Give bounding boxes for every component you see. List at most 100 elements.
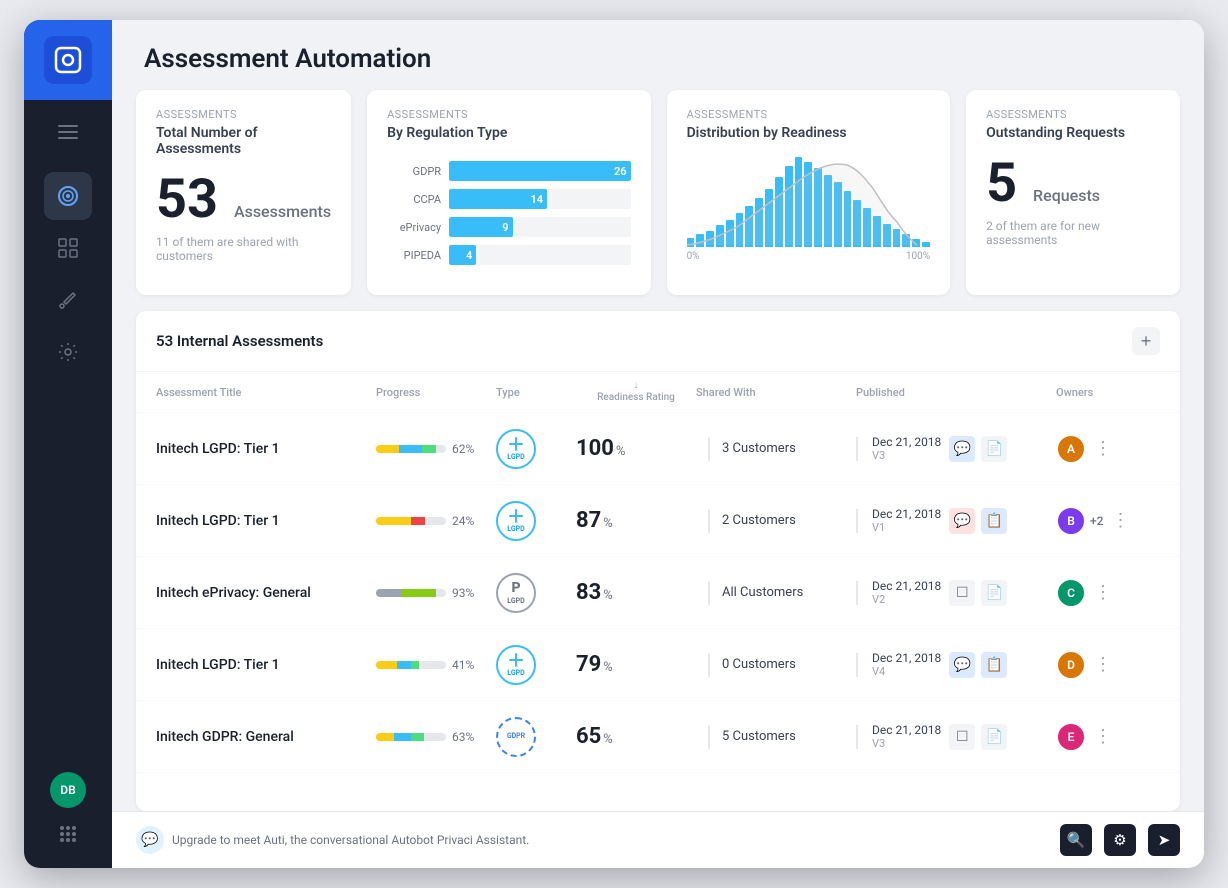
type-badge-1: LGPD <box>496 429 536 469</box>
pub-icons-1: 💬 📄 <box>949 436 1007 462</box>
upgrade-message: 💬 Upgrade to meet Auti, the conversation… <box>136 826 529 854</box>
sidebar-item-settings[interactable] <box>44 328 92 376</box>
bar-row-gdpr: GDPR 26 <box>387 161 631 181</box>
stat-unit-outstanding: Requests <box>1033 186 1100 205</box>
row-more-2[interactable]: ⋮ <box>1111 510 1129 531</box>
bar-fill-gdpr: 26 <box>449 161 631 181</box>
row-more-5[interactable]: ⋮ <box>1094 726 1112 747</box>
table-row: Initech GDPR: General 63% GDPR 65 % <box>136 701 1180 773</box>
sidebar-nav <box>44 156 92 772</box>
bottom-actions: 🔍 ⚙ ➤ <box>1060 824 1180 856</box>
page-title: Assessment Automation <box>144 44 1172 74</box>
progress-pct-4: 41% <box>452 658 474 672</box>
file-icon-4[interactable]: 📋 <box>981 652 1007 678</box>
bar-row-ccpa: CCPA 14 <box>387 189 631 209</box>
row-more-1[interactable]: ⋮ <box>1094 438 1112 459</box>
filter-icon-btn[interactable]: ⚙ <box>1104 824 1136 856</box>
sidebar-item-radar[interactable] <box>44 172 92 220</box>
owner-avatar-3: C <box>1056 578 1086 608</box>
progress-track-2 <box>376 517 446 525</box>
stat-num-outstanding: 5 <box>986 157 1017 211</box>
user-avatar[interactable]: DB <box>50 772 86 808</box>
owners-3: C ⋮ <box>1056 578 1176 608</box>
assessment-title-4: Initech LGPD: Tier 1 <box>156 657 376 673</box>
file-icon-3a[interactable]: ☐ <box>949 580 975 606</box>
bar-value-pipeda: 4 <box>466 249 472 262</box>
col-published: Published <box>856 380 1056 404</box>
bar-fill-pipeda: 4 <box>449 245 476 265</box>
row-more-4[interactable]: ⋮ <box>1094 654 1112 675</box>
bar-row-pipeda: PIPEDA 4 <box>387 245 631 265</box>
stat-title-total: Total Number of Assessments <box>156 125 331 157</box>
bar-fill-ccpa: 14 <box>449 189 547 209</box>
stats-row: Assessments Total Number of Assessments … <box>112 90 1204 311</box>
table-row: Initech LGPD: Tier 1 41% LGPD <box>136 629 1180 701</box>
stat-card-distribution: Assessments Distribution by Readiness <box>667 90 951 295</box>
owner-avatar-5: E <box>1056 722 1086 752</box>
shared-2: 2 Customers <box>696 509 856 533</box>
add-assessment-button[interactable]: + <box>1132 327 1160 355</box>
file-icon-5a[interactable]: ☐ <box>949 724 975 750</box>
type-badge-4: LGPD <box>496 645 536 685</box>
sidebar-item-grid[interactable] <box>44 224 92 272</box>
published-4: Dec 21, 2018 V4 💬 📋 <box>856 651 1056 678</box>
stat-title-reg: By Regulation Type <box>387 125 631 141</box>
upgrade-text: Upgrade to meet Auti, the conversational… <box>172 833 529 847</box>
chat-icon-2[interactable]: 💬 <box>949 508 975 534</box>
table-row: Initech ePrivacy: General 93% P LGPD 83 … <box>136 557 1180 629</box>
file-icon-2[interactable]: 📋 <box>981 508 1007 534</box>
stat-sub-outstanding: 2 of them are for new assessments <box>986 219 1160 247</box>
table-title: 53 Internal Assessments <box>156 332 323 350</box>
stat-label-reg: Assessments <box>387 108 631 121</box>
assessment-title-3: Initech ePrivacy: General <box>156 585 376 601</box>
stat-num-total: 53 <box>156 173 218 227</box>
bar-label-pipeda: PIPEDA <box>387 249 441 262</box>
stat-card-regulation: Assessments By Regulation Type GDPR 26 C… <box>367 90 651 295</box>
menu-toggle[interactable] <box>24 108 112 156</box>
table-columns: Assessment Title Progress Type ↓ Readine… <box>136 372 1180 413</box>
published-5: Dec 21, 2018 V3 ☐ 📄 <box>856 723 1056 750</box>
bar-track-eprivacy: 9 <box>449 217 631 237</box>
progress-track-3 <box>376 589 446 597</box>
type-badge-3: P LGPD <box>496 573 536 613</box>
col-shared: Shared With <box>696 380 856 404</box>
pub-icons-2: 💬 📋 <box>949 508 1007 534</box>
progress-track-4 <box>376 661 446 669</box>
stat-label-outstanding: Assessments <box>986 108 1160 121</box>
bar-value-eprivacy: 9 <box>502 221 508 234</box>
stat-unit-total: Assessments <box>234 202 331 221</box>
assessment-title-5: Initech GDPR: General <box>156 729 376 745</box>
bar-track-pipeda: 4 <box>449 245 631 265</box>
chat-icon-1[interactable]: 💬 <box>949 436 975 462</box>
chat-icon-4[interactable]: 💬 <box>949 652 975 678</box>
row-more-3[interactable]: ⋮ <box>1094 582 1112 603</box>
shared-4: 0 Customers <box>696 653 856 677</box>
search-icon-btn[interactable]: 🔍 <box>1060 824 1092 856</box>
bottom-bar: 💬 Upgrade to meet Auti, the conversation… <box>112 811 1204 868</box>
owners-1: A ⋮ <box>1056 434 1176 464</box>
type-badge-2: LGPD <box>496 501 536 541</box>
progress-pct-5: 63% <box>452 730 474 744</box>
apps-icon[interactable] <box>50 816 86 852</box>
assessment-title-2: Initech LGPD: Tier 1 <box>156 513 376 529</box>
shared-1: 3 Customers <box>696 437 856 461</box>
sidebar-item-tools[interactable] <box>44 276 92 324</box>
stat-card-outstanding: Assessments Outstanding Requests 5 Reque… <box>966 90 1180 295</box>
readiness-5: 65 % <box>576 724 696 749</box>
owner-avatar-4: D <box>1056 650 1086 680</box>
arrow-icon-btn[interactable]: ➤ <box>1148 824 1180 856</box>
file-icon-3b[interactable]: 📄 <box>981 580 1007 606</box>
file-icon-5b[interactable]: 📄 <box>981 724 1007 750</box>
progress-5: 63% <box>376 730 496 744</box>
pub-icons-3: ☐ 📄 <box>949 580 1007 606</box>
main-content: Assessment Automation Assessments Total … <box>112 20 1204 868</box>
file-icon-1[interactable]: 📄 <box>981 436 1007 462</box>
table-row: Initech LGPD: Tier 1 24% LGPD <box>136 485 1180 557</box>
published-1: Dec 21, 2018 V3 💬 📄 <box>856 435 1056 462</box>
owners-2: B +2 ⋮ <box>1056 506 1176 536</box>
table-row: Initech LGPD: Tier 1 62% LGPD <box>136 413 1180 485</box>
published-2: Dec 21, 2018 V1 💬 📋 <box>856 507 1056 534</box>
published-3: Dec 21, 2018 V2 ☐ 📄 <box>856 579 1056 606</box>
stat-sub-total: 11 of them are shared with customers <box>156 235 331 263</box>
bar-label-ccpa: CCPA <box>387 193 441 206</box>
